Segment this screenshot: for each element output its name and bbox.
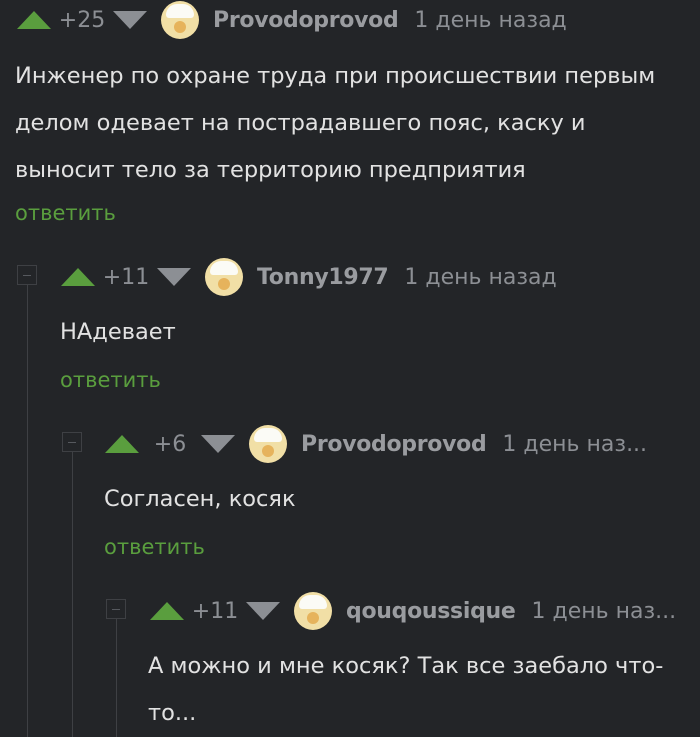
comment-header: +11 qouqoussique 1 день наз... (150, 591, 676, 631)
comment-time: 1 день назад (404, 264, 557, 290)
comment-time: 1 день наз... (531, 598, 677, 624)
comment-text: А можно и мне косяк? Так все заебало что… (148, 643, 698, 737)
reply-link[interactable]: ответить (15, 201, 116, 225)
avatar[interactable] (249, 425, 287, 463)
collapse-thread-button[interactable] (106, 599, 126, 619)
comment-text: НАдевает (60, 309, 680, 356)
comment-line: Инженер по охране труда при происшествии… (15, 63, 656, 89)
comment-text: Инженер по охране труда при происшествии… (15, 53, 695, 194)
username-link[interactable]: Provodoprovod (213, 8, 399, 33)
comment-score: +11 (191, 598, 239, 624)
comment-line: А можно и мне косяк? Так все заебало что… (148, 653, 664, 679)
upvote-icon[interactable] (17, 11, 51, 29)
username-link[interactable]: qouqoussique (346, 599, 516, 624)
upvote-icon[interactable] (61, 268, 95, 286)
downvote-icon[interactable] (157, 268, 191, 286)
downvote-icon[interactable] (201, 435, 235, 453)
upvote-icon[interactable] (105, 435, 139, 453)
downvote-icon[interactable] (113, 11, 147, 29)
username-link[interactable]: Provodoprovod (301, 432, 487, 457)
collapse-thread-button[interactable] (17, 265, 37, 285)
comment-time: 1 день наз... (502, 431, 648, 457)
downvote-icon[interactable] (246, 602, 280, 620)
thread-line (116, 619, 117, 737)
comment-score: +25 (58, 7, 106, 33)
comment-header: +6 Provodoprovod 1 день наз... (105, 424, 647, 464)
comment-header: +25 Provodoprovod 1 день назад (17, 0, 567, 40)
comment-line: выносит тело за территорию предприятия (15, 157, 526, 183)
comment-header: +11 Tonny1977 1 день назад (61, 257, 557, 297)
thread-line (27, 285, 28, 737)
upvote-icon[interactable] (150, 602, 184, 620)
reply-link[interactable]: ответить (104, 535, 205, 559)
comment-score: +6 (153, 431, 187, 457)
username-link[interactable]: Tonny1977 (257, 265, 389, 290)
comment-text: Согласен, косяк (104, 476, 684, 523)
avatar[interactable] (161, 1, 199, 39)
comment-line: то... (148, 700, 197, 726)
reply-link[interactable]: ответить (60, 368, 161, 392)
collapse-thread-button[interactable] (62, 432, 82, 452)
avatar[interactable] (294, 592, 332, 630)
comment-line: делом одевает на пострадавшего пояс, кас… (15, 110, 586, 136)
comment-score: +11 (102, 264, 150, 290)
comment-line: НАдевает (60, 319, 176, 345)
thread-line (72, 452, 73, 737)
comment-line: Согласен, косяк (104, 486, 296, 512)
comment-time: 1 день назад (414, 7, 567, 33)
avatar[interactable] (205, 258, 243, 296)
